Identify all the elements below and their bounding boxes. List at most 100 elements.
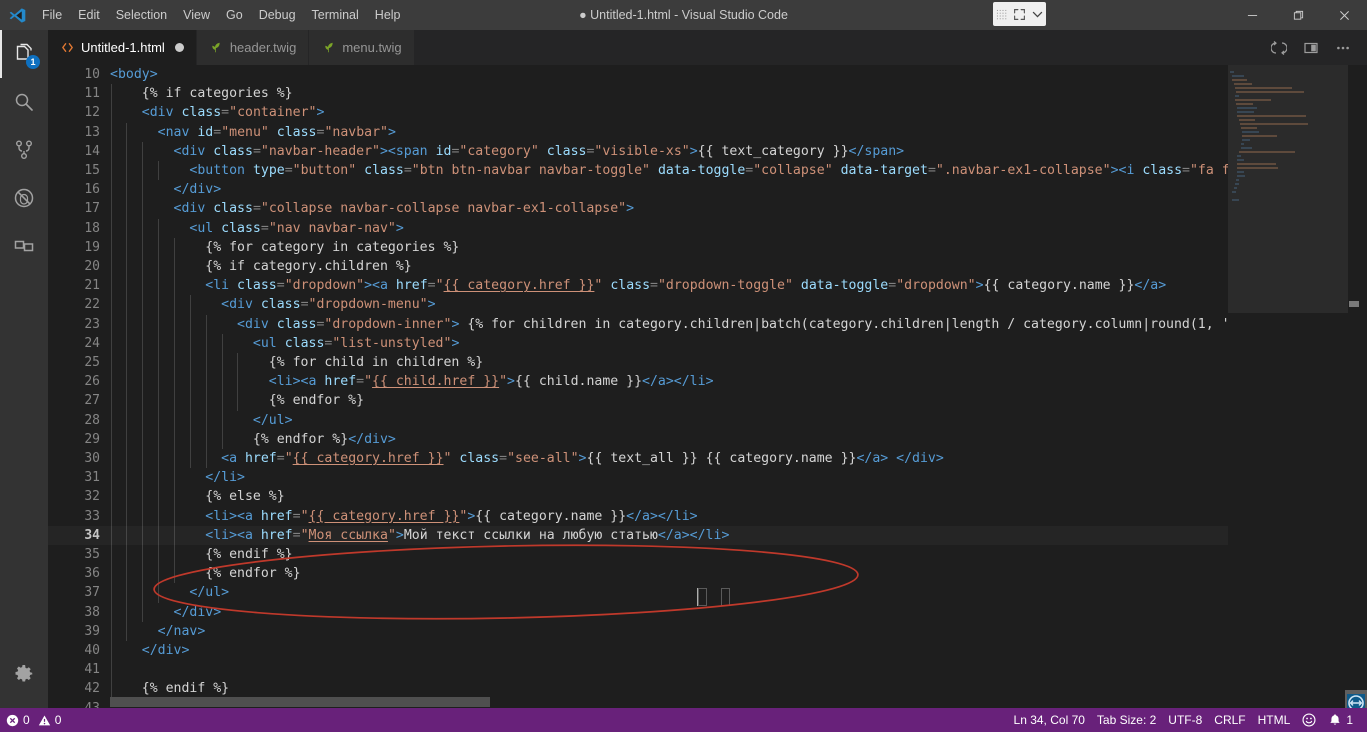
status-cursor-position[interactable]: Ln 34, Col 70 <box>1008 708 1091 732</box>
ellipsis-icon[interactable] <box>1329 34 1357 62</box>
chevron-down-icon[interactable] <box>1029 2 1046 26</box>
code-line-32[interactable]: 32 {% else %} <box>48 487 1228 506</box>
source-control-icon <box>15 140 32 159</box>
minimap-line <box>1237 171 1245 173</box>
remote-control-widget[interactable] <box>1341 690 1367 708</box>
code-line-18[interactable]: 18 <ul class="nav navbar-nav"> <box>48 219 1228 238</box>
editor-area[interactable]: 10 <body> 11 {% if categories %} 12 <div cl… <box>48 65 1367 708</box>
code-line-16[interactable]: 16 </div> <box>48 180 1228 199</box>
token-punct: = <box>252 201 261 217</box>
code-line-11[interactable]: 11 {% if categories %} <box>48 84 1228 103</box>
expand-icon[interactable] <box>1010 2 1029 26</box>
bracket-match-close <box>721 588 730 606</box>
token-plain: {{ child.name }} <box>515 374 643 390</box>
token-attr: id <box>435 143 452 159</box>
code-line-22[interactable]: 22 <div class="dropdown-menu"> <box>48 295 1228 314</box>
code-line-19[interactable]: 19 {% for category in categories %} <box>48 238 1228 257</box>
code-line-30[interactable]: 30 <a href="{{ category.href }}" class="… <box>48 449 1228 468</box>
code-line-40[interactable]: 40 </div> <box>48 641 1228 660</box>
layout-panel-icon[interactable] <box>1297 34 1325 62</box>
split-editor-icon[interactable] <box>1265 34 1293 62</box>
code-line-15[interactable]: 15 <button type="button" class="btn btn-… <box>48 161 1228 180</box>
menu-debug[interactable]: Debug <box>251 0 304 30</box>
menu-help[interactable]: Help <box>367 0 409 30</box>
minimap-line <box>1237 163 1276 165</box>
code-line-23[interactable]: 23 <div class="dropdown-inner"> {% for c… <box>48 315 1228 334</box>
activity-item-settings[interactable] <box>0 650 48 698</box>
status-notifications[interactable]: 1 <box>1322 708 1359 732</box>
code-line-21[interactable]: 21 <li class="dropdown"><a href="{{ cate… <box>48 276 1228 295</box>
code-text-area[interactable]: 10 <body> 11 {% if categories %} 12 <div cl… <box>48 65 1228 708</box>
tab-untitled-1-html[interactable]: Untitled-1.html <box>48 30 197 65</box>
status-eol[interactable]: CRLF <box>1208 708 1251 732</box>
line-number: 18 <box>84 220 100 236</box>
minimap-line <box>1239 123 1309 125</box>
menu-selection[interactable]: Selection <box>108 0 175 30</box>
notification-count: 1 <box>1346 713 1353 727</box>
line-number: 26 <box>84 374 100 390</box>
token-punct: = <box>213 124 222 140</box>
token-str: "dropdown-toggle" <box>657 278 793 294</box>
activity-item-debug[interactable] <box>0 174 48 222</box>
editor-actions <box>1265 30 1367 65</box>
code-line-39[interactable]: 39 </nav> <box>48 622 1228 641</box>
status-tab-size[interactable]: Tab Size: 2 <box>1091 708 1162 732</box>
code-line-35[interactable]: 35 {% endif %} <box>48 545 1228 564</box>
activity-item-extensions[interactable] <box>0 222 48 270</box>
code-line-12[interactable]: 12 <div class="container"> <box>48 103 1228 122</box>
code-line-27[interactable]: 27 {% endfor %} <box>48 391 1228 410</box>
code-line-38[interactable]: 38 </div> <box>48 603 1228 622</box>
code-line-42[interactable]: 42 {% endif %} <box>48 679 1228 698</box>
menu-edit[interactable]: Edit <box>70 0 108 30</box>
maximize-button[interactable] <box>1275 0 1321 30</box>
menu-file[interactable]: File <box>34 0 70 30</box>
close-button[interactable] <box>1321 0 1367 30</box>
code-line-24[interactable]: 24 <ul class="list-unstyled"> <box>48 334 1228 353</box>
code-line-37[interactable]: 37 </ul> <box>48 583 1228 602</box>
status-language-mode[interactable]: HTML <box>1252 708 1297 732</box>
editor-minimap[interactable] <box>1228 65 1348 708</box>
menu-view[interactable]: View <box>175 0 218 30</box>
code-line-10[interactable]: 10 <body> <box>48 65 1228 84</box>
screen-capture-widget[interactable] <box>993 2 1046 26</box>
code-line-33[interactable]: 33 <li><a href="{{ category.href }}">{{ … <box>48 507 1228 526</box>
code-line-26[interactable]: 26 <li><a href="{{ child.href }}">{{ chi… <box>48 372 1228 391</box>
code-line-25[interactable]: 25 {% for child in children %} <box>48 353 1228 372</box>
token-punct: = <box>650 278 658 294</box>
status-encoding[interactable]: UTF-8 <box>1162 708 1208 732</box>
activity-item-search[interactable] <box>0 78 48 126</box>
activity-item-source-control[interactable] <box>0 126 48 174</box>
status-feedback[interactable] <box>1296 708 1322 732</box>
status-problems[interactable]: 0 0 <box>0 708 67 732</box>
tab-header-twig[interactable]: header.twig <box>196 30 310 65</box>
menu-terminal[interactable]: Terminal <box>304 0 367 30</box>
token-tag: </a> <box>1134 278 1167 294</box>
minimize-button[interactable] <box>1229 0 1275 30</box>
code-line-29[interactable]: 29 {% endfor %}</div> <box>48 430 1228 449</box>
code-line-13[interactable]: 13 <nav id="menu" class="navbar"> <box>48 123 1228 142</box>
code-line-41[interactable]: 41 <box>48 660 1228 679</box>
code-line-28[interactable]: 28 </ul> <box>48 411 1228 430</box>
editor-overview-ruler[interactable] <box>1348 65 1362 708</box>
code-line-34[interactable]: 34 <li><a href="Моя ссылка">Мой текст сс… <box>48 526 1228 545</box>
activity-item-explorer[interactable]: 1 <box>0 30 48 78</box>
minimap-line <box>1237 111 1254 113</box>
editor-horizontal-scrollbar[interactable] <box>110 697 490 707</box>
tab-menu-twig[interactable]: menu.twig <box>309 30 415 65</box>
menu-go[interactable]: Go <box>218 0 251 30</box>
token-attr: data-toggle <box>800 278 889 294</box>
line-number: 33 <box>84 508 100 524</box>
code-line-31[interactable]: 31 </li> <box>48 468 1228 487</box>
token-attr: href <box>324 374 357 390</box>
code-line-14[interactable]: 14 <div class="navbar-header"><span id="… <box>48 142 1228 161</box>
code-line-17[interactable]: 17 <div class="collapse navbar-collapse … <box>48 199 1228 218</box>
token-attr: class <box>221 220 261 236</box>
token-attr: class <box>181 105 222 121</box>
tab-dirty-indicator[interactable] <box>174 43 184 52</box>
code-line-20[interactable]: 20 {% if category.children %} <box>48 257 1228 276</box>
code-line-36[interactable]: 36 {% endfor %} <box>48 564 1228 583</box>
